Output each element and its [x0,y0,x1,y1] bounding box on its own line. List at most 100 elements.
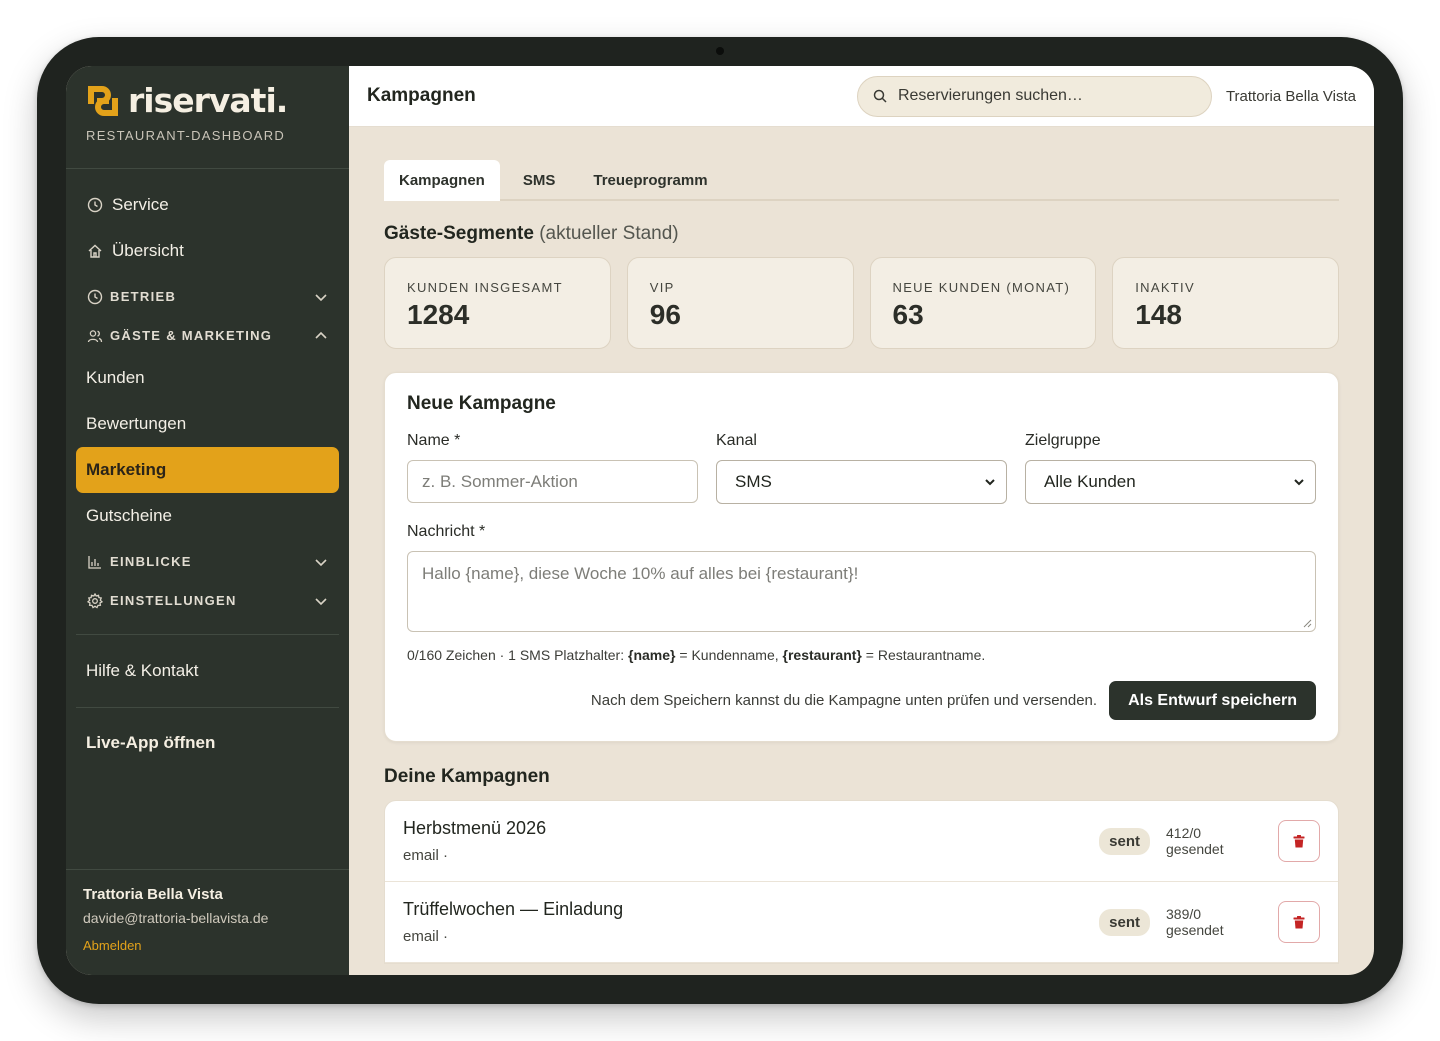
sidebar-item-label: Service [112,195,169,214]
sidebar-group-label: EINBLICKE [110,554,192,569]
footer-email: davide@trattoria-bellavista.de [83,910,269,926]
campaign-row[interactable]: Trüffelwochen — Einladung email · sent 3… [385,882,1338,963]
campaign-channel: email · [403,928,449,945]
audience-select[interactable]: Alle Kunden [1025,460,1316,504]
channel-label: Kanal [716,432,757,449]
search-input[interactable] [897,87,1188,105]
home-icon [86,242,104,260]
campaign-info: Herbstmenü 2026 email · [403,818,1099,864]
segment-stats: KUNDEN INSGESAMT 1284 VIP 96 NEUE KUNDEN… [384,257,1339,349]
search-box[interactable] [856,75,1212,117]
stat-label: VIP [649,280,675,295]
clock-icon [86,288,104,306]
name-input[interactable]: z. B. Sommer-Aktion [407,460,698,503]
delete-campaign-button[interactable] [1278,820,1320,862]
content: Kampagnen SMS Treueprogramm Gäste-Segmen… [349,127,1374,964]
tab-sms[interactable]: SMS [508,160,571,201]
status-badge: sent [1099,908,1150,936]
sidebar-item-help[interactable]: Hilfe & Kontakt [76,645,339,697]
trash-icon [1293,915,1305,928]
campaign-form-row: Name * z. B. Sommer-Aktion Kanal SMS Zie… [407,432,1316,504]
sidebar-item-service[interactable]: Service [76,183,339,227]
tenant-name[interactable]: Trattoria Bella Vista [1226,88,1356,105]
sidebar-group-einblicke[interactable]: EINBLICKE [76,542,339,581]
tab-treueprogramm[interactable]: Treueprogramm [578,160,722,201]
channel-select[interactable]: SMS [716,460,1007,504]
stat-value: 148 [1135,299,1182,330]
sidebar: riservati. RESTAURANT-DASHBOARD Service … [66,66,349,975]
sent-count: 389/0 gesendet [1166,906,1224,938]
hint-restaurant-desc: = Restaurantname. [865,647,986,663]
name-field-group: Name * z. B. Sommer-Aktion [407,432,698,504]
topbar: Kampagnen Trattoria Bella Vista [349,66,1374,127]
footer-restaurant-name: Trattoria Bella Vista [83,886,223,903]
sidebar-group-einstellungen[interactable]: EINSTELLUNGEN [76,581,339,620]
trash-icon [1293,834,1305,847]
message-placeholder: Hallo {name}, diese Woche 10% auf alles … [422,564,859,583]
chevron-down-icon [313,554,329,570]
new-campaign-title: Neue Kampagne [407,393,556,414]
brand: riservati. RESTAURANT-DASHBOARD [66,66,349,169]
sidebar-divider [76,707,339,708]
stat-card-total: KUNDEN INSGESAMT 1284 [384,257,611,349]
stat-value: 1284 [407,299,470,330]
sidebar-item-marketing[interactable]: Marketing [76,447,339,493]
brand-name: riservati. [128,81,288,120]
segments-title-suffix: (aktueller Stand) [539,223,679,244]
logout-link[interactable]: Abmelden [83,938,332,953]
campaign-title: Trüffelwochen — Einladung [403,899,624,919]
save-note: Nach dem Speichern kannst du die Kampagn… [590,692,1098,709]
logo[interactable]: riservati. [86,84,329,118]
message-textarea[interactable]: Hallo {name}, diese Woche 10% auf alles … [407,551,1316,632]
sidebar-group-label: BETRIEB [110,289,177,304]
message-field-group: Nachricht * Hallo {name}, diese Woche 10… [407,523,1316,632]
chevron-down-icon [313,593,329,609]
hint-name-token: {name} [628,647,676,663]
stat-card-vip: VIP 96 [626,257,854,349]
clock-icon [86,196,104,214]
camera-dot [716,47,724,55]
card-actions: Nach dem Speichern kannst du die Kampagn… [407,681,1316,720]
main-area: Kampagnen Trattoria Bella Vista Kampagne… [349,66,1374,975]
message-label: Nachricht * [407,523,486,540]
campaign-info: Trüffelwochen — Einladung email · [403,899,1099,945]
new-campaign-card: Neue Kampagne Name * z. B. Sommer-Aktion… [384,372,1339,742]
campaigns-title: Deine Kampagnen [384,766,550,787]
sidebar-item-kunden[interactable]: Kunden [76,355,339,401]
hint-name-desc: = Kundenname, [679,647,779,663]
sent-count: 412/0 gesendet [1166,825,1224,857]
sidebar-item-bewertungen[interactable]: Bewertungen [76,401,339,447]
name-label: Name * [407,432,461,449]
status-badge: sent [1099,827,1150,855]
sidebar-footer: Trattoria Bella Vista davide@trattoria-b… [66,869,349,975]
tab-bar: Kampagnen SMS Treueprogramm [384,160,1339,201]
delete-campaign-button[interactable] [1278,901,1320,943]
tab-kampagnen[interactable]: Kampagnen [384,160,500,201]
sidebar-nav: Service Übersicht BETRIEB GÄSTE & MARKET… [66,169,349,768]
bar-chart-icon [86,553,104,571]
chevron-down-icon [1293,476,1305,488]
live-app-link[interactable]: Live-App öffnen [76,718,339,768]
stat-label: INAKTIV [1135,280,1195,295]
page-title: Kampagnen [367,85,476,106]
message-hint: 0/160 Zeichen · 1 SMS Platzhalter: {name… [407,647,1316,663]
audience-field-group: Zielgruppe Alle Kunden [1025,432,1316,504]
users-icon [86,327,104,345]
sidebar-item-overview[interactable]: Übersicht [76,229,339,273]
chevron-down-icon [313,289,329,305]
save-draft-button[interactable]: Als Entwurf speichern [1109,681,1316,720]
hint-prefix: Platzhalter: [554,647,625,663]
gear-icon [86,592,104,610]
screen: riservati. RESTAURANT-DASHBOARD Service … [66,66,1374,975]
sidebar-group-label: EINSTELLUNGEN [110,593,237,608]
sidebar-group-betrieb[interactable]: BETRIEB [76,277,339,316]
sidebar-item-gutscheine[interactable]: Gutscheine [76,493,339,539]
stat-card-inactive: INAKTIV 148 [1112,257,1339,349]
sidebar-item-label: Übersicht [112,241,184,260]
campaign-row[interactable]: Herbstmenü 2026 email · sent 412/0 gesen… [385,801,1338,882]
sidebar-group-marketing[interactable]: GÄSTE & MARKETING [76,316,339,355]
stat-card-new: NEUE KUNDEN (MONAT) 63 [869,257,1097,349]
resize-handle-icon[interactable] [1303,619,1312,628]
channel-field-group: Kanal SMS [716,432,1007,504]
stat-value: 63 [892,299,924,330]
